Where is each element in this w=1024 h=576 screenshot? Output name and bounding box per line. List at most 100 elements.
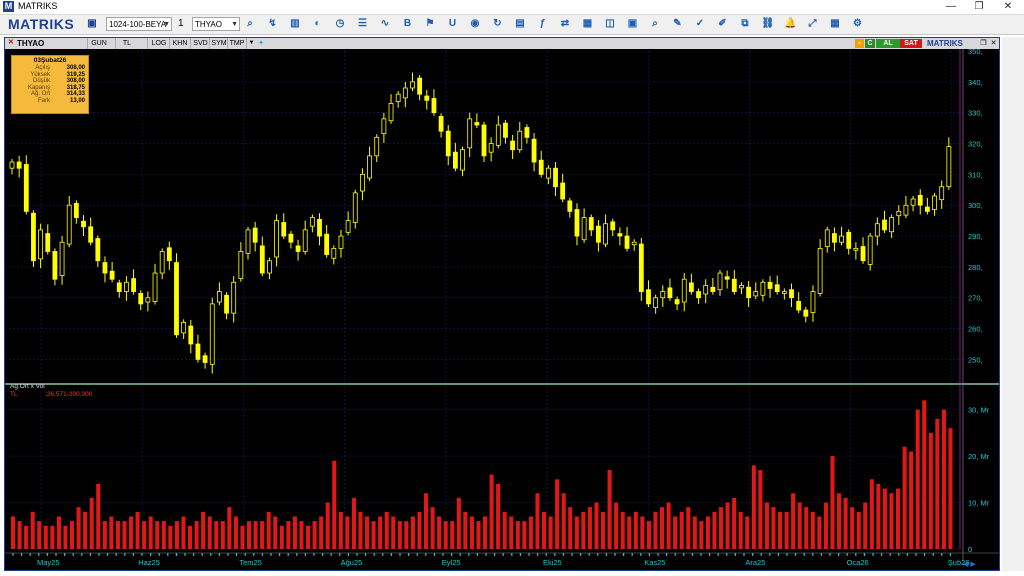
candle-body [424, 95, 430, 101]
candle-body [832, 233, 837, 243]
volume-bar [286, 521, 291, 549]
x-tick-label: Eki25 [543, 558, 562, 567]
candle-body [345, 220, 351, 233]
save-icon[interactable]: ▣ [86, 18, 98, 30]
price-chart[interactable]: 250, 260, 270, 280, 290, 300, 310, 320, 330, 340,… [5, 49, 999, 571]
restore-icon[interactable]: ❐ [979, 38, 988, 49]
volume-bar [63, 525, 68, 549]
maximize-button[interactable]: ❐ [964, 0, 994, 14]
minimize-button[interactable]: — [936, 0, 966, 14]
settings-icon[interactable]: ⚙ [852, 18, 864, 30]
volume-bar [620, 511, 625, 549]
bold-icon[interactable]: B [402, 18, 414, 30]
candle-body [882, 219, 887, 231]
c-button[interactable]: C [865, 39, 875, 48]
candle-body [860, 246, 866, 262]
color-icon[interactable]: ◐ [312, 18, 324, 30]
split-icon[interactable]: ◫ [604, 18, 616, 30]
copy-icon[interactable]: ⧉ [739, 18, 751, 30]
candle-body [817, 247, 823, 294]
candle-body [696, 291, 701, 299]
candle-body [102, 262, 108, 274]
volume-bar [129, 516, 134, 549]
volume-bar [935, 418, 940, 549]
price-tick-label: 280, [968, 263, 983, 272]
twitter-icon[interactable]: ✦ [256, 38, 266, 49]
candle-body [317, 218, 322, 237]
search-icon[interactable]: ⌕ [649, 18, 661, 30]
indicator-icon[interactable]: ∿ [379, 18, 391, 30]
candle-body [896, 210, 902, 217]
close-chart-icon[interactable]: ✕ [8, 39, 16, 47]
tab-log[interactable]: LOG [147, 38, 170, 49]
candle-body [410, 81, 415, 89]
close-button[interactable]: ✕ [993, 0, 1023, 14]
alarm-icon[interactable]: ⚑ [424, 18, 436, 30]
table-icon[interactable]: ▣ [627, 18, 639, 30]
volume-bar [660, 507, 665, 549]
compare-icon[interactable]: ⇄ [559, 18, 571, 30]
tab-gun[interactable]: GUN [87, 38, 110, 49]
tab-tl[interactable]: TL [115, 38, 138, 49]
candle-body [338, 235, 344, 249]
grid-icon[interactable]: ▦ [582, 18, 594, 30]
news-icon[interactable]: ▤ [514, 18, 526, 30]
volume-bar [312, 521, 317, 549]
layout-select[interactable]: 1024-100-BEYA ▼ [106, 17, 172, 31]
scroll-arrows-icon[interactable]: ◀ ▶ [963, 560, 976, 568]
function-icon[interactable]: ƒ [537, 18, 549, 30]
clock-icon[interactable]: ◷ [334, 18, 346, 30]
x-tick-label: Ağu25 [341, 558, 363, 567]
info-value: 13,00 [69, 97, 85, 104]
price-tick-label: 260, [968, 325, 983, 334]
tab-khn[interactable]: KHN [169, 38, 190, 49]
link-icon[interactable]: ⛓ [762, 18, 775, 30]
candle-body [810, 291, 816, 313]
tab-sym[interactable]: SYM [209, 38, 228, 49]
lock-icon[interactable]: ▪ [855, 39, 864, 48]
candle-body [381, 118, 387, 135]
zoom-in-icon[interactable]: ⌕ [244, 18, 256, 30]
volume-bar [207, 516, 212, 549]
u-icon[interactable]: U [447, 18, 459, 30]
chevron-down-icon[interactable]: ▼ [246, 38, 256, 49]
expand-icon[interactable]: ⤢ [807, 18, 819, 30]
volume-bar [653, 511, 658, 549]
candle-body [195, 343, 201, 360]
right-panel [1002, 37, 1024, 571]
volume-bar [502, 511, 507, 549]
volume-bar [227, 507, 232, 549]
title-bar: M MATRIKS — ❐ ✕ [0, 0, 1024, 15]
volume-legend-unit: TL [10, 391, 18, 398]
symbol-select[interactable]: THYAO ▼ [192, 17, 240, 31]
tab-svd[interactable]: SVD [190, 38, 210, 49]
list-icon[interactable]: ☰ [357, 18, 369, 30]
x-tick-label: Kas25 [644, 558, 665, 567]
edit-icon[interactable]: ✐ [717, 18, 729, 30]
check-icon[interactable]: ✓ [694, 18, 706, 30]
draw-icon[interactable]: ↯ [267, 18, 279, 30]
bell-icon[interactable]: 🔔 [784, 18, 796, 30]
volume-bar [823, 502, 828, 549]
circle-icon[interactable]: ◉ [469, 18, 481, 30]
refresh-icon[interactable]: ↻ [492, 18, 504, 30]
price-tick-label: 320, [968, 140, 983, 149]
calc-icon[interactable]: ▦ [829, 18, 841, 30]
close-icon[interactable]: ✕ [989, 38, 998, 49]
candle-body [209, 303, 215, 365]
volume-tick-label: 20, Mr [968, 452, 990, 461]
volume-bar [869, 479, 874, 549]
chart-type-icon[interactable]: ▥ [289, 18, 301, 30]
buy-button[interactable]: AL [876, 39, 900, 48]
chart-count[interactable]: 1 [176, 17, 190, 31]
volume-bar [751, 465, 756, 549]
volume-bar [686, 507, 691, 549]
price-tick-label: 330, [968, 109, 983, 118]
candle-body [95, 238, 101, 262]
tab-tmp[interactable]: TMP [227, 38, 246, 49]
main-toolbar: MATRIKS ▣ 1024-100-BEYA ▼ 1 THYAO ▼ ⌕ ↯ ▥ ◐… [0, 15, 1024, 35]
pen-icon[interactable]: ✎ [672, 18, 684, 30]
volume-bar [764, 502, 769, 549]
volume-bar [568, 507, 573, 549]
sell-button[interactable]: SAT [900, 39, 922, 48]
